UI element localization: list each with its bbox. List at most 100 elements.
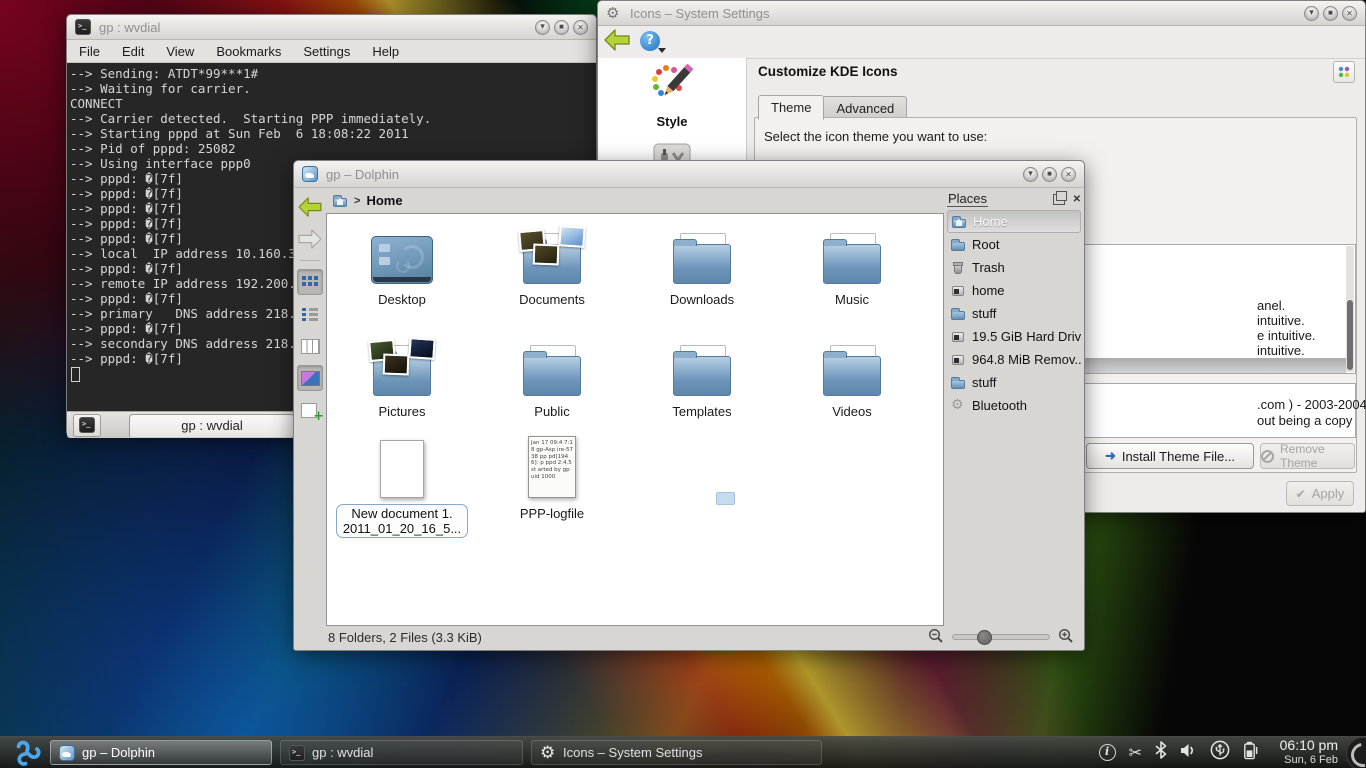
install-theme-button[interactable]: ➜ Install Theme File... — [1086, 443, 1254, 469]
drive-icon — [950, 329, 966, 345]
system-tray — [1099, 737, 1258, 768]
folder-item[interactable]: Downloads — [627, 222, 777, 307]
menu-settings[interactable]: Settings — [303, 44, 350, 59]
minimize-button[interactable] — [535, 20, 550, 35]
drive-icon — [950, 283, 966, 299]
icons-view-icon — [299, 271, 321, 293]
menu-file[interactable]: File — [79, 44, 100, 59]
distro-logo[interactable] — [12, 738, 42, 768]
split-view-icon — [299, 399, 321, 421]
places-item-home[interactable]: Home — [947, 210, 1081, 233]
digital-clock[interactable]: 06:10 pm Sun, 6 Feb — [1262, 738, 1338, 768]
usb-device-icon[interactable] — [1210, 740, 1230, 765]
list-item-fragment: anel. — [1257, 298, 1285, 313]
task-dolphin[interactable]: gp – Dolphin — [50, 740, 272, 765]
zoom-out-button[interactable] — [928, 628, 944, 647]
system-settings-titlebar[interactable]: Icons – System Settings — [598, 1, 1365, 26]
zoom-in-button[interactable] — [1058, 628, 1074, 647]
folder-item[interactable]: Public — [477, 334, 627, 419]
file-label: New document 1. 2011_01_20_16_5... — [336, 504, 468, 538]
folder-item[interactable]: Desktop — [327, 222, 477, 307]
icons-view-button[interactable] — [297, 269, 323, 295]
folder-item[interactable]: Templates — [627, 334, 777, 419]
places-item-bluetooth[interactable]: Bluetooth — [947, 394, 1081, 417]
minimize-button[interactable] — [1023, 167, 1038, 182]
folder-item[interactable]: Documents — [477, 222, 627, 307]
places-item-hard-drive[interactable]: 19.5 GiB Hard Drive — [947, 325, 1081, 348]
breadcrumb-separator: > — [354, 195, 360, 207]
bluetooth-icon[interactable] — [1155, 741, 1167, 764]
folder-label: Public — [477, 404, 627, 419]
klipper-scissors-icon[interactable] — [1129, 743, 1142, 763]
apply-button[interactable]: ✔ Apply — [1286, 481, 1354, 506]
tab-theme[interactable]: Theme — [758, 95, 824, 120]
dolphin-title: gp – Dolphin — [326, 167, 399, 182]
sidebar-item-style[interactable]: Style — [598, 58, 746, 129]
new-tab-button[interactable] — [73, 414, 101, 437]
maximize-button[interactable] — [1323, 6, 1338, 21]
folder-label: Videos — [777, 404, 927, 419]
menu-help[interactable]: Help — [372, 44, 399, 59]
zoom-slider-thumb[interactable] — [977, 630, 992, 645]
split-view-button[interactable] — [297, 397, 323, 423]
task-label: gp – Dolphin — [82, 745, 155, 760]
minimize-button[interactable] — [1304, 6, 1319, 21]
dolphin-file-view[interactable]: Desktop Documents Downloads Music — [326, 213, 944, 626]
help-button[interactable]: ? — [640, 31, 666, 53]
scrollbar[interactable] — [1346, 246, 1354, 372]
scrollbar-thumb[interactable] — [1347, 300, 1353, 370]
trash-icon — [950, 260, 966, 276]
overview-button[interactable] — [1333, 61, 1355, 83]
terminal-tab[interactable]: gp : wvdial — [129, 414, 295, 437]
preview-button[interactable] — [297, 365, 323, 391]
close-button[interactable] — [573, 20, 588, 35]
menu-edit[interactable]: Edit — [122, 44, 144, 59]
places-item-home-partition[interactable]: home — [947, 279, 1081, 302]
toolbar-separator — [300, 260, 320, 261]
close-button[interactable] — [1061, 167, 1076, 182]
details-view-button[interactable] — [297, 301, 323, 327]
maximize-button[interactable] — [554, 20, 569, 35]
folder-item[interactable]: Videos — [777, 334, 927, 419]
terminal-titlebar[interactable]: gp : wvdial — [67, 15, 596, 40]
task-system-settings[interactable]: Icons – System Settings — [531, 740, 822, 765]
gear-icon — [950, 398, 966, 414]
places-item-stuff2[interactable]: stuff — [947, 371, 1081, 394]
float-panel-icon[interactable] — [1053, 194, 1065, 205]
back-button[interactable] — [297, 194, 323, 220]
menu-view[interactable]: View — [166, 44, 194, 59]
chevron-down-icon — [658, 48, 666, 53]
home-folder-icon[interactable] — [332, 193, 348, 209]
close-button[interactable] — [1342, 6, 1357, 21]
preview-icon — [299, 367, 321, 389]
volume-icon[interactable] — [1180, 743, 1197, 763]
close-panel-icon[interactable]: ✕ — [1073, 194, 1081, 205]
window-dolphin: gp – Dolphin > Home — [293, 160, 1085, 651]
maximize-button[interactable] — [1042, 167, 1057, 182]
breadcrumb-home[interactable]: Home — [366, 193, 402, 208]
folder-icon — [523, 350, 581, 396]
menu-bookmarks[interactable]: Bookmarks — [216, 44, 281, 59]
places-item-removable[interactable]: 964.8 MiB Remov... — [947, 348, 1081, 371]
columns-view-button[interactable] — [297, 333, 323, 359]
notifications-icon[interactable] — [1099, 744, 1116, 761]
places-item-trash[interactable]: Trash — [947, 256, 1081, 279]
dolphin-titlebar[interactable]: gp – Dolphin — [294, 161, 1084, 188]
places-item-stuff[interactable]: stuff — [947, 302, 1081, 325]
dolphin-side-toolbar — [294, 188, 326, 624]
file-item-selected[interactable]: New document 1. 2011_01_20_16_5... — [327, 432, 477, 538]
no-entry-icon — [1261, 450, 1274, 463]
folder-item[interactable]: Pictures — [327, 334, 477, 419]
task-terminal[interactable]: gp : wvdial — [280, 740, 523, 765]
places-item-root[interactable]: Root — [947, 233, 1081, 256]
folder-item[interactable]: Music — [777, 222, 927, 307]
forward-button[interactable] — [297, 226, 323, 252]
remove-theme-button[interactable]: Remove Theme — [1260, 443, 1355, 469]
back-button[interactable] — [604, 29, 630, 56]
folder-home-icon — [951, 214, 967, 230]
file-item[interactable]: Jan 17 09:4 7:18 gp-Asp ire-5738 pp pd[1… — [477, 432, 627, 538]
zoom-slider[interactable] — [952, 634, 1050, 640]
pictures-folder-icon — [373, 350, 431, 396]
clock-time: 06:10 pm — [1262, 738, 1338, 753]
battery-icon[interactable] — [1243, 741, 1258, 765]
